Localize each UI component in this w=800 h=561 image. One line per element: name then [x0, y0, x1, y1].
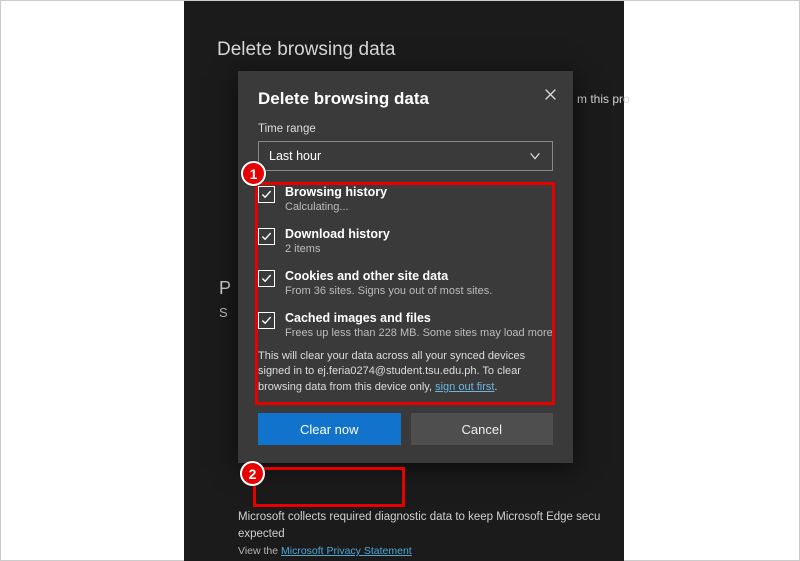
- bg-section-letter-s: S: [219, 305, 228, 320]
- check-icon: [261, 189, 272, 200]
- page-title: Delete browsing data: [217, 39, 396, 61]
- clear-now-button[interactable]: Clear now: [258, 413, 401, 445]
- option-title: Browsing history: [285, 185, 387, 199]
- option-cookies[interactable]: Cookies and other site data From 36 site…: [258, 269, 553, 297]
- option-subtext: 2 items: [285, 243, 390, 255]
- checkbox-download-history[interactable]: [258, 228, 275, 245]
- check-icon: [261, 273, 272, 284]
- sign-out-first-link[interactable]: sign out first: [435, 381, 494, 393]
- checkbox-browsing-history[interactable]: [258, 186, 275, 203]
- privacy-link-line: View the Microsoft Privacy Statement: [238, 544, 618, 560]
- privacy-disclosure-line1: Microsoft collects required diagnostic d…: [238, 509, 618, 526]
- option-browsing-history[interactable]: Browsing history Calculating...: [258, 185, 553, 213]
- option-subtext: Frees up less than 228 MB. Some sites ma…: [285, 327, 553, 339]
- bg-right-text-fragment: m this pro: [577, 92, 630, 106]
- data-type-options: Browsing history Calculating... Download…: [258, 185, 553, 339]
- checkbox-cookies[interactable]: [258, 270, 275, 287]
- option-subtext: Calculating...: [285, 201, 387, 213]
- checkbox-cached-images[interactable]: [258, 312, 275, 329]
- stage: Delete browsing data P S m this pro Micr…: [0, 0, 800, 561]
- option-cached-images[interactable]: Cached images and files Frees up less th…: [258, 311, 553, 339]
- sync-note: This will clear your data across all you…: [258, 349, 553, 395]
- sync-note-suffix: .: [494, 381, 497, 393]
- dialog-button-row: Clear now Cancel: [258, 413, 553, 445]
- option-title: Cached images and files: [285, 311, 553, 325]
- privacy-disclosure-line2: expected: [238, 526, 618, 543]
- option-subtext: From 36 sites. Signs you out of most sit…: [285, 285, 492, 297]
- dialog-title: Delete browsing data: [258, 89, 553, 109]
- cancel-button[interactable]: Cancel: [411, 413, 554, 445]
- time-range-value: Last hour: [269, 149, 321, 163]
- option-title: Download history: [285, 227, 390, 241]
- time-range-select[interactable]: Last hour: [258, 141, 553, 171]
- privacy-link-prefix: View the: [238, 545, 281, 557]
- chevron-down-icon: [528, 149, 542, 163]
- delete-browsing-data-dialog: Delete browsing data Time range Last hou…: [238, 71, 573, 463]
- privacy-statement-link[interactable]: Microsoft Privacy Statement: [281, 545, 412, 557]
- check-icon: [261, 231, 272, 242]
- option-download-history[interactable]: Download history 2 items: [258, 227, 553, 255]
- option-title: Cookies and other site data: [285, 269, 492, 283]
- bg-section-letter-p: P: [219, 278, 231, 299]
- check-icon: [261, 315, 272, 326]
- time-range-label: Time range: [258, 123, 553, 135]
- close-icon: [544, 88, 557, 101]
- close-button[interactable]: [539, 83, 561, 105]
